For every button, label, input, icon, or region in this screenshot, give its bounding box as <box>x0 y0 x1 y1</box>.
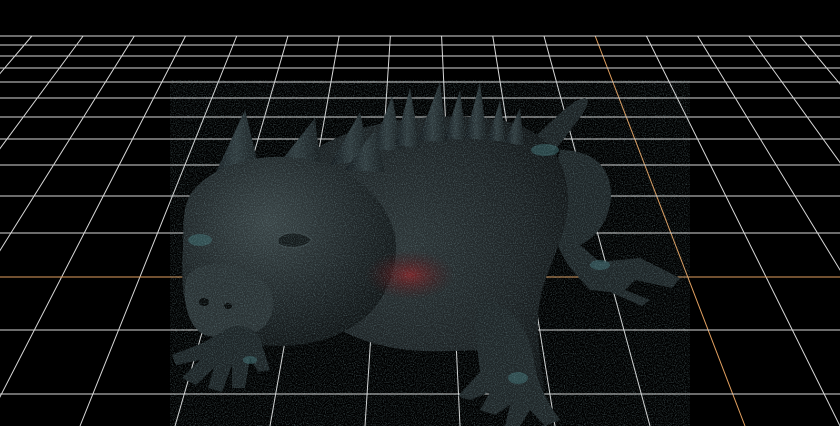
horned-lizard-model[interactable] <box>170 80 690 426</box>
grid-depth-line <box>799 35 840 85</box>
grid-depth-line <box>0 35 186 398</box>
grid-depth-line <box>748 35 840 164</box>
viewport-canvas[interactable] <box>0 0 840 426</box>
creature-skin-texture <box>170 80 690 426</box>
grid-depth-line <box>0 35 135 252</box>
grid-depth-line <box>0 35 33 75</box>
3d-viewport[interactable] <box>0 0 840 426</box>
grid-depth-line <box>697 35 840 271</box>
